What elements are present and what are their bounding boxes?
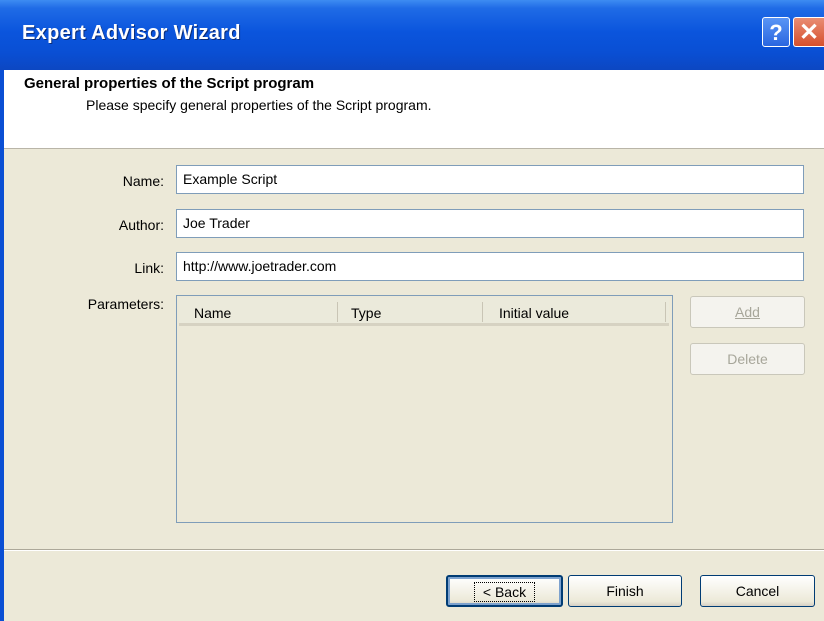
- column-header-initial-value[interactable]: Initial value: [499, 298, 569, 323]
- page-subtitle: Please specify general properties of the…: [86, 97, 432, 113]
- column-header-name[interactable]: Name: [194, 298, 231, 323]
- add-button-label: Add: [735, 304, 760, 320]
- parameters-list-header: Name Type Initial value: [179, 298, 669, 326]
- window-title: Expert Advisor Wizard: [22, 22, 241, 44]
- page-title: General properties of the Script program: [24, 75, 315, 92]
- author-label: Author:: [118, 217, 164, 233]
- footer-divider: [4, 549, 824, 551]
- author-field[interactable]: Joe Trader: [176, 209, 804, 238]
- link-field[interactable]: http://www.joetrader.com: [176, 252, 804, 281]
- finish-button-label: Finish: [606, 583, 644, 599]
- close-button[interactable]: ✕: [793, 17, 824, 47]
- finish-button[interactable]: Finish: [568, 575, 682, 607]
- name-label: Name:: [122, 173, 164, 189]
- wizard-header: General properties of the Script program…: [4, 70, 824, 149]
- column-divider[interactable]: [665, 302, 666, 322]
- parameters-list[interactable]: Name Type Initial value: [176, 295, 673, 523]
- title-bar[interactable]: Expert Advisor Wizard ? ✕: [0, 0, 824, 70]
- column-divider[interactable]: [337, 302, 338, 322]
- cancel-button[interactable]: Cancel: [700, 575, 815, 607]
- add-button[interactable]: Add: [690, 296, 805, 328]
- column-header-type[interactable]: Type: [351, 298, 381, 323]
- back-button-label: < Back: [473, 582, 536, 602]
- parameters-label: Parameters:: [87, 296, 164, 312]
- delete-button[interactable]: Delete: [690, 343, 805, 375]
- column-divider[interactable]: [482, 302, 483, 322]
- name-field[interactable]: Example Script: [176, 165, 804, 194]
- delete-button-label: Delete: [727, 351, 768, 367]
- back-button[interactable]: < Back: [446, 575, 563, 607]
- link-label: Link:: [134, 260, 164, 276]
- cancel-button-label: Cancel: [735, 583, 780, 599]
- wizard-window: Expert Advisor Wizard ? ✕ General proper…: [0, 0, 824, 621]
- help-button[interactable]: ?: [762, 17, 790, 47]
